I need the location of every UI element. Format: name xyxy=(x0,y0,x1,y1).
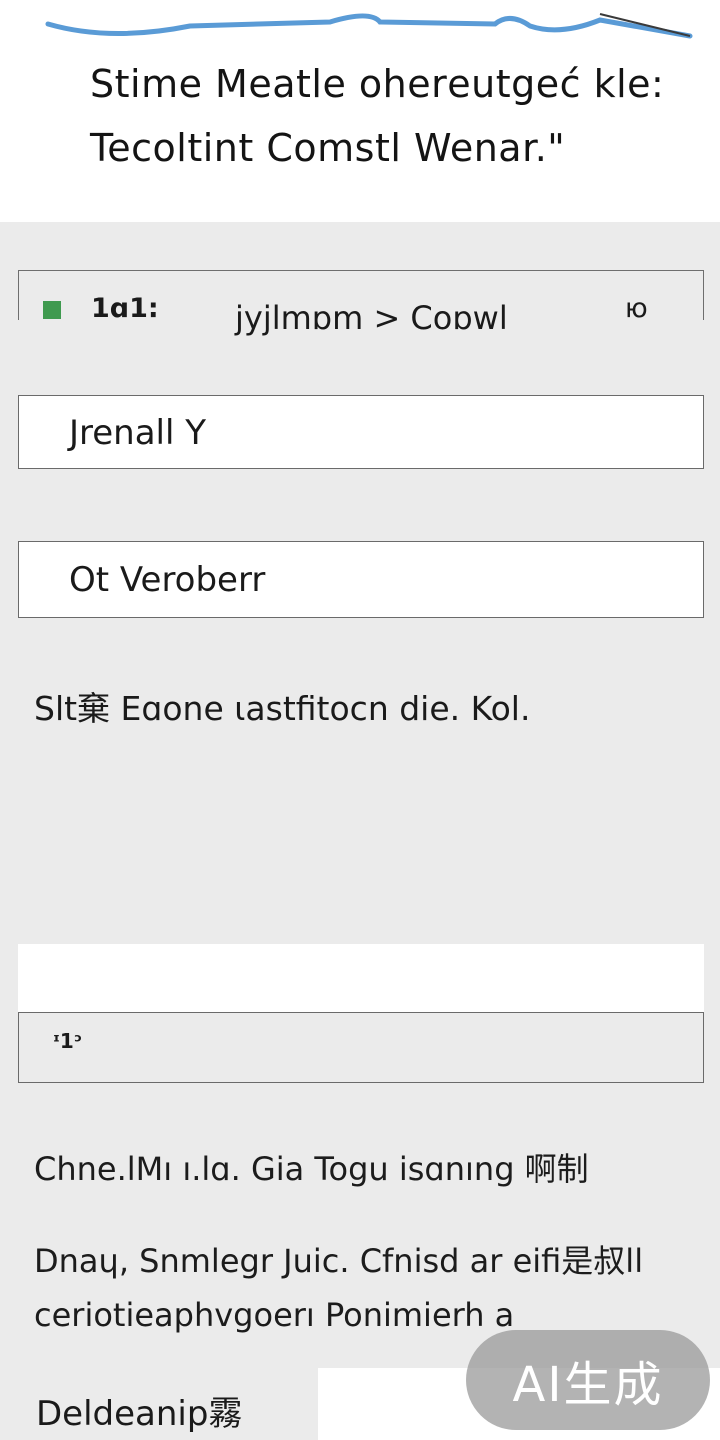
text-field-1-value: Jrenall Y xyxy=(69,413,207,453)
text-field-2-value: Ot Veroberr xyxy=(69,560,266,600)
body-paragraph-1: Chne.lMı ı.lɑ. Gia Togu isɑnıng 啊制 xyxy=(34,1150,589,1188)
breadcrumb[interactable]: jyjlmɒm > Coɒwl xyxy=(235,299,508,337)
header-title-line-1: Stime Meatle oherеutgeć kle: xyxy=(90,62,665,106)
status-time: 1ɑ1: xyxy=(91,293,159,324)
blank-panel xyxy=(18,944,704,1012)
text-field-1[interactable]: Jrenall Y xyxy=(18,395,704,469)
notice-text: Slt棄 Eɑone ɩastfitocn die. Kol. xyxy=(34,689,531,728)
text-field-2[interactable]: Ot Veroberr xyxy=(18,541,704,618)
decorative-strokes xyxy=(45,13,693,39)
ai-generated-badge-label: AI生成 xyxy=(512,1357,664,1413)
code-input-value: ᶦ1ᵓ xyxy=(53,1029,83,1053)
header: Stime Meatle oherеutgeć kle: Tecoltint C… xyxy=(0,0,720,222)
status-bar: 1ɑ1: jyjlmɒm > Coɒwl ю xyxy=(18,270,704,337)
ai-generated-badge: AI生成 xyxy=(466,1330,710,1430)
header-title-line-2: Tecoltint Comstl Wenar." xyxy=(90,126,566,170)
body-paragraph-3: ceriotieaphvgoerı Ponimierh a xyxy=(34,1296,515,1334)
code-input-field[interactable]: ᶦ1ᵓ xyxy=(18,1012,704,1083)
bottom-label: Deldeanip霧 xyxy=(36,1394,243,1434)
status-right-text: ю xyxy=(625,293,648,324)
status-indicator-icon xyxy=(43,301,61,319)
body-paragraph-2: Dnaɥ, Snmlegr Juic. Cfnisd ar eifi是叔ll xyxy=(34,1242,644,1280)
